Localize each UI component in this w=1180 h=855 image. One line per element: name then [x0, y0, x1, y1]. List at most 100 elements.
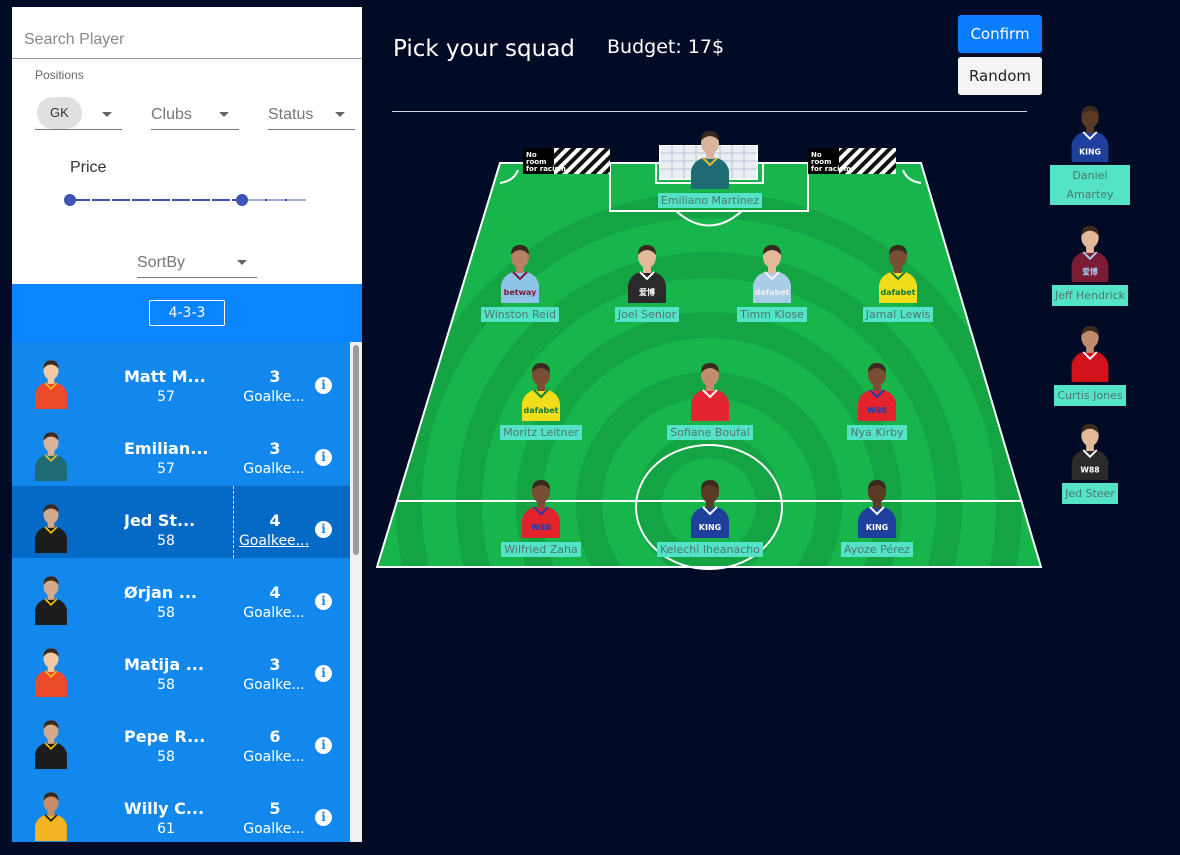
player-points: 6	[269, 727, 281, 746]
info-icon[interactable]: i	[315, 665, 332, 682]
football-pitch: No room for racism. No room for racism. …	[375, 131, 1044, 570]
position-chip-gk[interactable]: GK	[37, 97, 82, 129]
player-position: Goalke...	[243, 461, 305, 477]
slider-tick	[170, 199, 172, 201]
chevron-down-icon	[335, 112, 345, 117]
chevron-down-icon	[219, 112, 229, 117]
player-photo: W88	[1067, 420, 1113, 480]
player-name-label: Nya Kirby	[847, 425, 907, 440]
player-photo: KING	[854, 476, 900, 538]
price-slider[interactable]	[64, 193, 306, 207]
chevron-down-icon	[237, 260, 247, 265]
player-avatar	[28, 789, 74, 841]
slider-tick	[110, 199, 112, 201]
sortby-select[interactable]: SortBy	[137, 248, 257, 278]
player-name-label: Kelechi Iheanacho	[656, 542, 763, 557]
scrollbar-thumb[interactable]	[353, 345, 359, 555]
player-row[interactable]: Matija ... 58 3 Goalke... i	[12, 630, 350, 702]
player-name-label: Jeff Hendrick	[1051, 285, 1129, 306]
info-icon[interactable]: i	[315, 521, 332, 538]
svg-text:KING: KING	[1079, 147, 1101, 156]
player-price: 58	[157, 605, 175, 621]
player-name-label: Jed Steer	[1062, 483, 1118, 504]
player-photo	[1067, 322, 1113, 382]
player-row[interactable]: Pepe R... 58 6 Goalke... i	[12, 702, 350, 774]
positions-select[interactable]: GK	[35, 97, 122, 130]
player-position: Goalke...	[243, 749, 305, 765]
player-name: Emilian...	[124, 439, 209, 458]
player-points: 3	[269, 655, 281, 674]
player-price: 58	[157, 749, 175, 765]
player-name-label: Sofiane Boufal	[667, 425, 753, 440]
svg-text:爱博: 爱博	[1082, 266, 1098, 276]
slider-tick	[230, 199, 232, 201]
player-name-label: Jamal Lewis	[862, 307, 934, 322]
player-avatar	[28, 357, 74, 409]
info-icon[interactable]: i	[315, 377, 332, 394]
player-price: 61	[157, 821, 175, 837]
random-button[interactable]: Random	[958, 57, 1042, 95]
svg-text:betway: betway	[504, 288, 538, 297]
formation-select[interactable]: 4-3-3	[149, 300, 225, 326]
price-max-thumb[interactable]	[236, 194, 249, 206]
player-photo: betway	[497, 241, 543, 303]
info-icon[interactable]: i	[315, 809, 332, 826]
confirm-button[interactable]: Confirm	[958, 15, 1042, 53]
player-photo: W88	[518, 476, 564, 538]
player-name: Willy C...	[124, 799, 205, 818]
row-divider	[233, 486, 234, 558]
slider-tick	[265, 199, 267, 201]
player-row[interactable]: Willy C... 61 5 Goalke... i	[12, 774, 350, 842]
player-avatar	[28, 645, 74, 697]
player-name-label: Winston Reid	[481, 307, 559, 322]
player-photo	[687, 127, 733, 189]
info-icon[interactable]: i	[315, 593, 332, 610]
player-photo: dafabet	[875, 241, 921, 303]
player-photo: dafabet	[518, 359, 564, 421]
status-select[interactable]: Status	[268, 100, 355, 130]
player-avatar	[28, 429, 74, 481]
player-name: Jed St...	[124, 511, 196, 530]
player-name-label: Curtis Jones	[1054, 385, 1126, 406]
player-name: Pepe R...	[124, 727, 206, 746]
search-input[interactable]	[24, 31, 350, 49]
price-min-thumb[interactable]	[64, 194, 76, 206]
slider-track	[70, 199, 245, 201]
player-photo: 爱博	[1067, 222, 1113, 282]
player-photo: KING	[687, 476, 733, 538]
player-points: 4	[269, 583, 281, 602]
player-avatar	[28, 573, 74, 625]
info-icon[interactable]: i	[315, 737, 332, 754]
svg-text:W88: W88	[867, 406, 887, 415]
player-name-label: Ayoze Pérez	[841, 542, 913, 557]
slider-tick	[90, 199, 92, 201]
player-photo: 爱博	[624, 241, 670, 303]
player-row[interactable]: Matt M... 57 3 Goalke... i	[12, 342, 350, 414]
player-position: Goalke...	[243, 389, 305, 405]
player-row[interactable]: Emilian... 57 3 Goalke... i	[12, 414, 350, 486]
svg-text:for racism.: for racism.	[811, 165, 854, 173]
formation-bar: 4-3-3	[12, 284, 362, 342]
player-price: 58	[157, 533, 175, 549]
svg-text:W88: W88	[1080, 465, 1099, 474]
player-photo: dafabet	[749, 241, 795, 303]
player-avatar	[28, 717, 74, 769]
player-name-label: Wilfried Zaha	[501, 542, 581, 557]
no-room-for-racism-banner: No room for racism.	[808, 148, 896, 174]
player-position[interactable]: Goalkee...	[234, 533, 314, 549]
svg-text:W88: W88	[531, 523, 551, 532]
svg-text:dafabet: dafabet	[755, 288, 790, 297]
info-icon[interactable]: i	[315, 449, 332, 466]
player-photo	[687, 359, 733, 421]
player-name-label: Timm Klose	[737, 307, 807, 322]
divider	[392, 111, 1027, 112]
player-name: Matt M...	[124, 367, 206, 386]
clubs-select[interactable]: Clubs	[151, 100, 239, 130]
svg-text:for racism.: for racism.	[526, 165, 569, 173]
slider-tick	[150, 199, 152, 201]
player-row[interactable]: Ørjan ... 58 4 Goalke... i	[12, 558, 350, 630]
player-row[interactable]: Jed St... 58 4 Goalkee... i	[12, 486, 350, 558]
player-avatar	[28, 501, 74, 553]
player-photo: W88	[854, 359, 900, 421]
player-name: Matija ...	[124, 655, 204, 674]
